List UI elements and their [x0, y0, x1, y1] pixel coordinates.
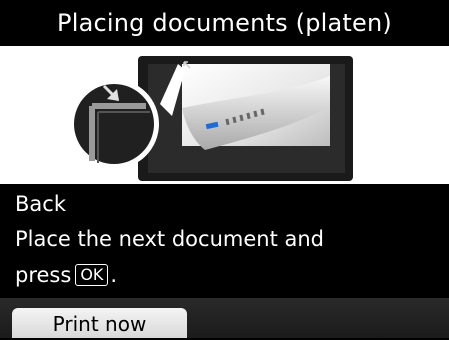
period-text: . — [110, 263, 118, 287]
platen-document-icon — [138, 56, 353, 181]
print-now-button[interactable]: Print now — [12, 308, 187, 338]
message-line-back: Back — [15, 192, 66, 216]
platen-illustration — [69, 56, 353, 181]
ok-key-icon: OK — [75, 264, 109, 286]
guidance-message: Back Place the next document and press OK… — [0, 184, 449, 298]
press-text: press — [15, 263, 72, 287]
softkey-bar: Print now — [0, 298, 449, 338]
message-line-press-ok: press OK. — [15, 263, 117, 288]
instruction-illustration — [0, 46, 449, 184]
message-line-instruction: Place the next document and — [15, 227, 324, 251]
screen-title: Placing documents (platen) — [0, 0, 449, 46]
